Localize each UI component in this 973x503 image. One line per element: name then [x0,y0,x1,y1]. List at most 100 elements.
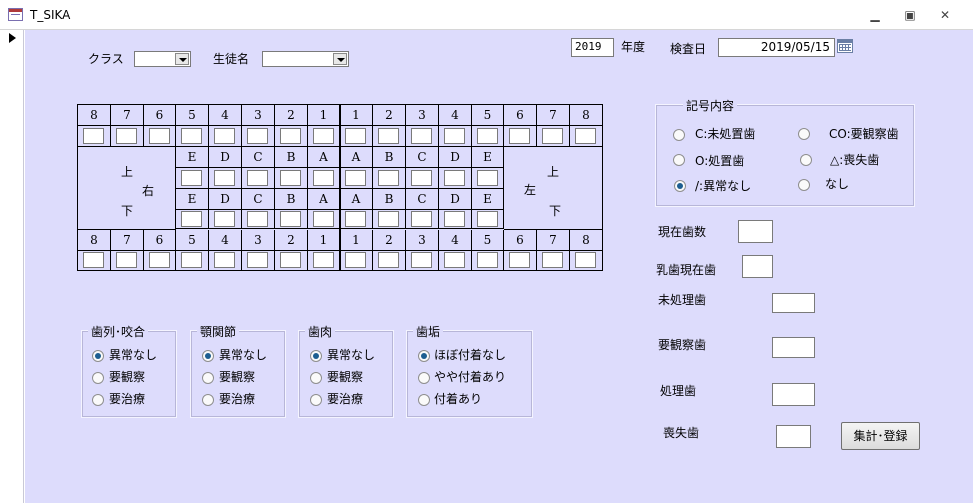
gum-treat-label: 要治療 [327,392,364,406]
upper-right-label: 上 [121,165,134,179]
tooth-input-lower-5[interactable] [214,252,235,268]
chevron-down-icon[interactable] [333,53,347,65]
tooth-input-lower-11[interactable] [411,252,432,268]
jaw-normal-radio[interactable] [202,350,214,362]
deciduous-teeth-label: 乳歯現在歯 [656,263,717,277]
tooth-input-upper-1[interactable] [83,128,104,144]
treated-field[interactable] [772,383,815,406]
deciduous-input-upper-9[interactable] [444,170,465,186]
deciduous-input-lower-7[interactable] [378,211,399,227]
close-button[interactable]: ✕ [934,6,956,24]
deciduous-input-lower-8[interactable] [411,211,432,227]
tooth-input-upper-6[interactable] [247,128,268,144]
tooth-input-upper-11[interactable] [411,128,432,144]
legend-option-c-radio[interactable] [673,129,685,141]
restore-button[interactable]: ▣ [899,6,921,24]
legend-option-lost-radio[interactable] [800,154,812,166]
legend-option-co-radio[interactable] [798,128,810,140]
lost-field[interactable] [776,425,811,448]
deciduous-input-lower-10[interactable] [477,211,498,227]
deciduous-input-upper-4[interactable] [280,170,301,186]
current-record-icon [9,33,16,43]
jaw-observe-radio[interactable] [202,372,214,384]
deciduous-input-upper-1[interactable] [181,170,202,186]
legend-option-c-label: C:未処置歯 [695,127,756,141]
deciduous-input-upper-6[interactable] [345,170,366,186]
gum-normal-label: 異常なし [327,348,376,362]
untreated-field[interactable] [772,293,815,313]
jaw-treat-radio[interactable] [202,394,214,406]
plaque-none-radio[interactable] [418,350,430,362]
tooth-input-lower-9[interactable] [345,252,366,268]
tooth-input-upper-5[interactable] [214,128,235,144]
tooth-input-lower-14[interactable] [509,252,530,268]
minimize-button[interactable]: ▁ [864,6,886,24]
title-bar: T_SIKA ▁ ▣ ✕ [0,0,973,30]
tooth-input-upper-7[interactable] [280,128,301,144]
year-label: 年度 [621,40,646,54]
tooth-input-upper-14[interactable] [509,128,530,144]
tooth-input-upper-15[interactable] [542,128,563,144]
legend-option-o-radio[interactable] [673,154,685,166]
tooth-input-upper-8[interactable] [313,128,334,144]
deciduous-input-lower-6[interactable] [345,211,366,227]
tooth-input-lower-12[interactable] [444,252,465,268]
tooth-input-upper-2[interactable] [116,128,137,144]
plaque-some-radio[interactable] [418,372,430,384]
alignment-normal-radio[interactable] [92,350,104,362]
alignment-observe-radio[interactable] [92,372,104,384]
tooth-number-upper: 1 [340,105,373,126]
tooth-input-lower-1[interactable] [83,252,104,268]
tooth-input-lower-6[interactable] [247,252,268,268]
tooth-number-lower: 3 [406,230,439,251]
student-combobox[interactable] [262,51,349,67]
observe-field[interactable] [772,337,815,358]
calendar-icon[interactable] [837,39,853,53]
deciduous-input-upper-5[interactable] [313,170,334,186]
tally-register-button[interactable]: 集計･登録 [841,422,920,450]
alignment-treat-radio[interactable] [92,394,104,406]
tooth-input-lower-10[interactable] [378,252,399,268]
tooth-input-lower-3[interactable] [149,252,170,268]
deciduous-input-lower-1[interactable] [181,211,202,227]
gum-observe-radio[interactable] [310,372,322,384]
deciduous-input-upper-10[interactable] [477,170,498,186]
legend-option-none-radio[interactable] [798,179,810,191]
tooth-input-lower-2[interactable] [116,252,137,268]
tooth-input-lower-13[interactable] [477,252,498,268]
tooth-input-upper-3[interactable] [149,128,170,144]
tooth-input-lower-16[interactable] [575,252,596,268]
group-plaque-title: 歯垢 [413,323,444,340]
deciduous-input-upper-7[interactable] [378,170,399,186]
gum-treat-radio[interactable] [310,394,322,406]
record-selector[interactable] [0,30,24,503]
tooth-input-upper-12[interactable] [444,128,465,144]
deciduous-input-lower-2[interactable] [214,211,235,227]
deciduous-teeth-field[interactable] [742,255,773,278]
tooth-input-upper-13[interactable] [477,128,498,144]
class-combobox[interactable] [134,51,191,67]
tooth-input-lower-4[interactable] [181,252,202,268]
chevron-down-icon[interactable] [175,53,189,65]
tooth-input-upper-10[interactable] [378,128,399,144]
tooth-input-lower-15[interactable] [542,252,563,268]
deciduous-input-upper-8[interactable] [411,170,432,186]
date-field[interactable]: 2019/05/15 [718,38,835,57]
upper-left-label: 上 [547,165,560,179]
deciduous-input-upper-3[interactable] [247,170,268,186]
tooth-input-upper-16[interactable] [575,128,596,144]
tooth-input-lower-8[interactable] [313,252,334,268]
tooth-input-upper-4[interactable] [181,128,202,144]
legend-option-normal-radio[interactable] [674,180,686,192]
deciduous-input-lower-5[interactable] [313,211,334,227]
deciduous-input-lower-4[interactable] [280,211,301,227]
deciduous-input-lower-3[interactable] [247,211,268,227]
deciduous-input-lower-9[interactable] [444,211,465,227]
present-teeth-field[interactable] [738,220,773,243]
year-field[interactable]: 2019 [571,38,614,57]
tooth-input-lower-7[interactable] [280,252,301,268]
gum-normal-radio[interactable] [310,350,322,362]
plaque-present-radio[interactable] [418,394,430,406]
tooth-input-upper-9[interactable] [345,128,366,144]
deciduous-input-upper-2[interactable] [214,170,235,186]
